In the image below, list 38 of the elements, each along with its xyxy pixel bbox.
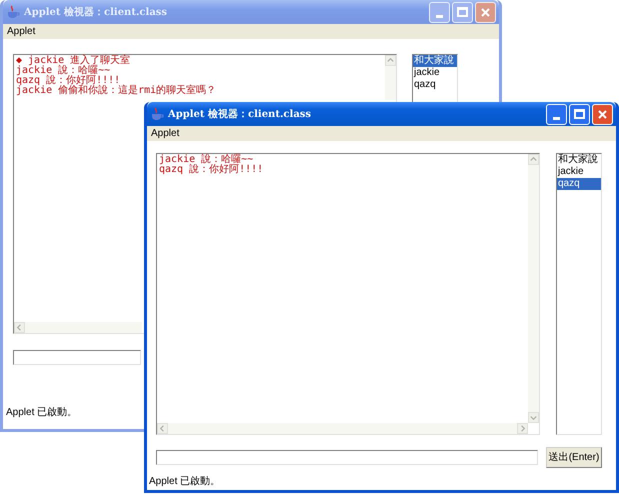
user-list-item[interactable]: 和大家說 [413, 55, 457, 67]
user-list-item[interactable]: jackie [557, 166, 601, 178]
status-text: Applet 已啟動。 [6, 407, 78, 418]
window-title: Applet 檢視器：client.class [24, 6, 168, 20]
close-icon [480, 6, 491, 18]
scroll-down-icon[interactable] [528, 412, 539, 423]
chat-message: jackie 偷偷和你說：這是rmi的聊天室嗎？ [16, 86, 218, 96]
coffee-cup-icon [6, 5, 20, 19]
user-list-item[interactable]: qazq [413, 79, 457, 91]
maximize-button[interactable] [452, 2, 473, 22]
menu-item[interactable]: Applet [147, 126, 184, 141]
vertical-scrollbar[interactable] [385, 55, 396, 100]
status-text: Applet 已啟動。 [149, 476, 220, 487]
chat-message: jackie 說：哈囉~~ [16, 66, 110, 76]
scroll-left-icon[interactable] [157, 423, 168, 434]
user-list-item[interactable]: 和大家說 [557, 154, 601, 166]
menu-item[interactable]: Applet [3, 24, 40, 39]
chat-message: qazq 說：你好阿!!!! [16, 76, 120, 86]
chat-message: jackie 說：哈囉~~ [159, 155, 254, 165]
chat-message: ◆ jackie 進入了聊天室 [16, 56, 132, 66]
chat-message: qazq 說：你好阿!!!! [159, 165, 264, 175]
coffee-cup-icon [150, 107, 164, 121]
scroll-left-icon[interactable] [14, 322, 25, 333]
close-button[interactable] [475, 2, 496, 22]
send-button[interactable]: 送出(Enter) [546, 447, 602, 468]
horizontal-scrollbar[interactable] [157, 423, 528, 434]
message-input[interactable] [156, 450, 538, 465]
user-list-item[interactable]: jackie [413, 67, 457, 79]
window-title: Applet 檢視器：client.class [168, 108, 312, 122]
minimize-button[interactable] [429, 2, 450, 22]
scroll-right-icon[interactable] [517, 423, 528, 434]
vertical-scrollbar[interactable] [528, 154, 539, 423]
message-input[interactable] [13, 350, 141, 365]
horizontal-scrollbar[interactable] [14, 322, 142, 333]
user-list-item[interactable]: qazq [557, 178, 601, 190]
scroll-up-icon[interactable] [385, 55, 396, 66]
scroll-up-icon[interactable] [528, 154, 539, 165]
close-icon [597, 108, 608, 120]
